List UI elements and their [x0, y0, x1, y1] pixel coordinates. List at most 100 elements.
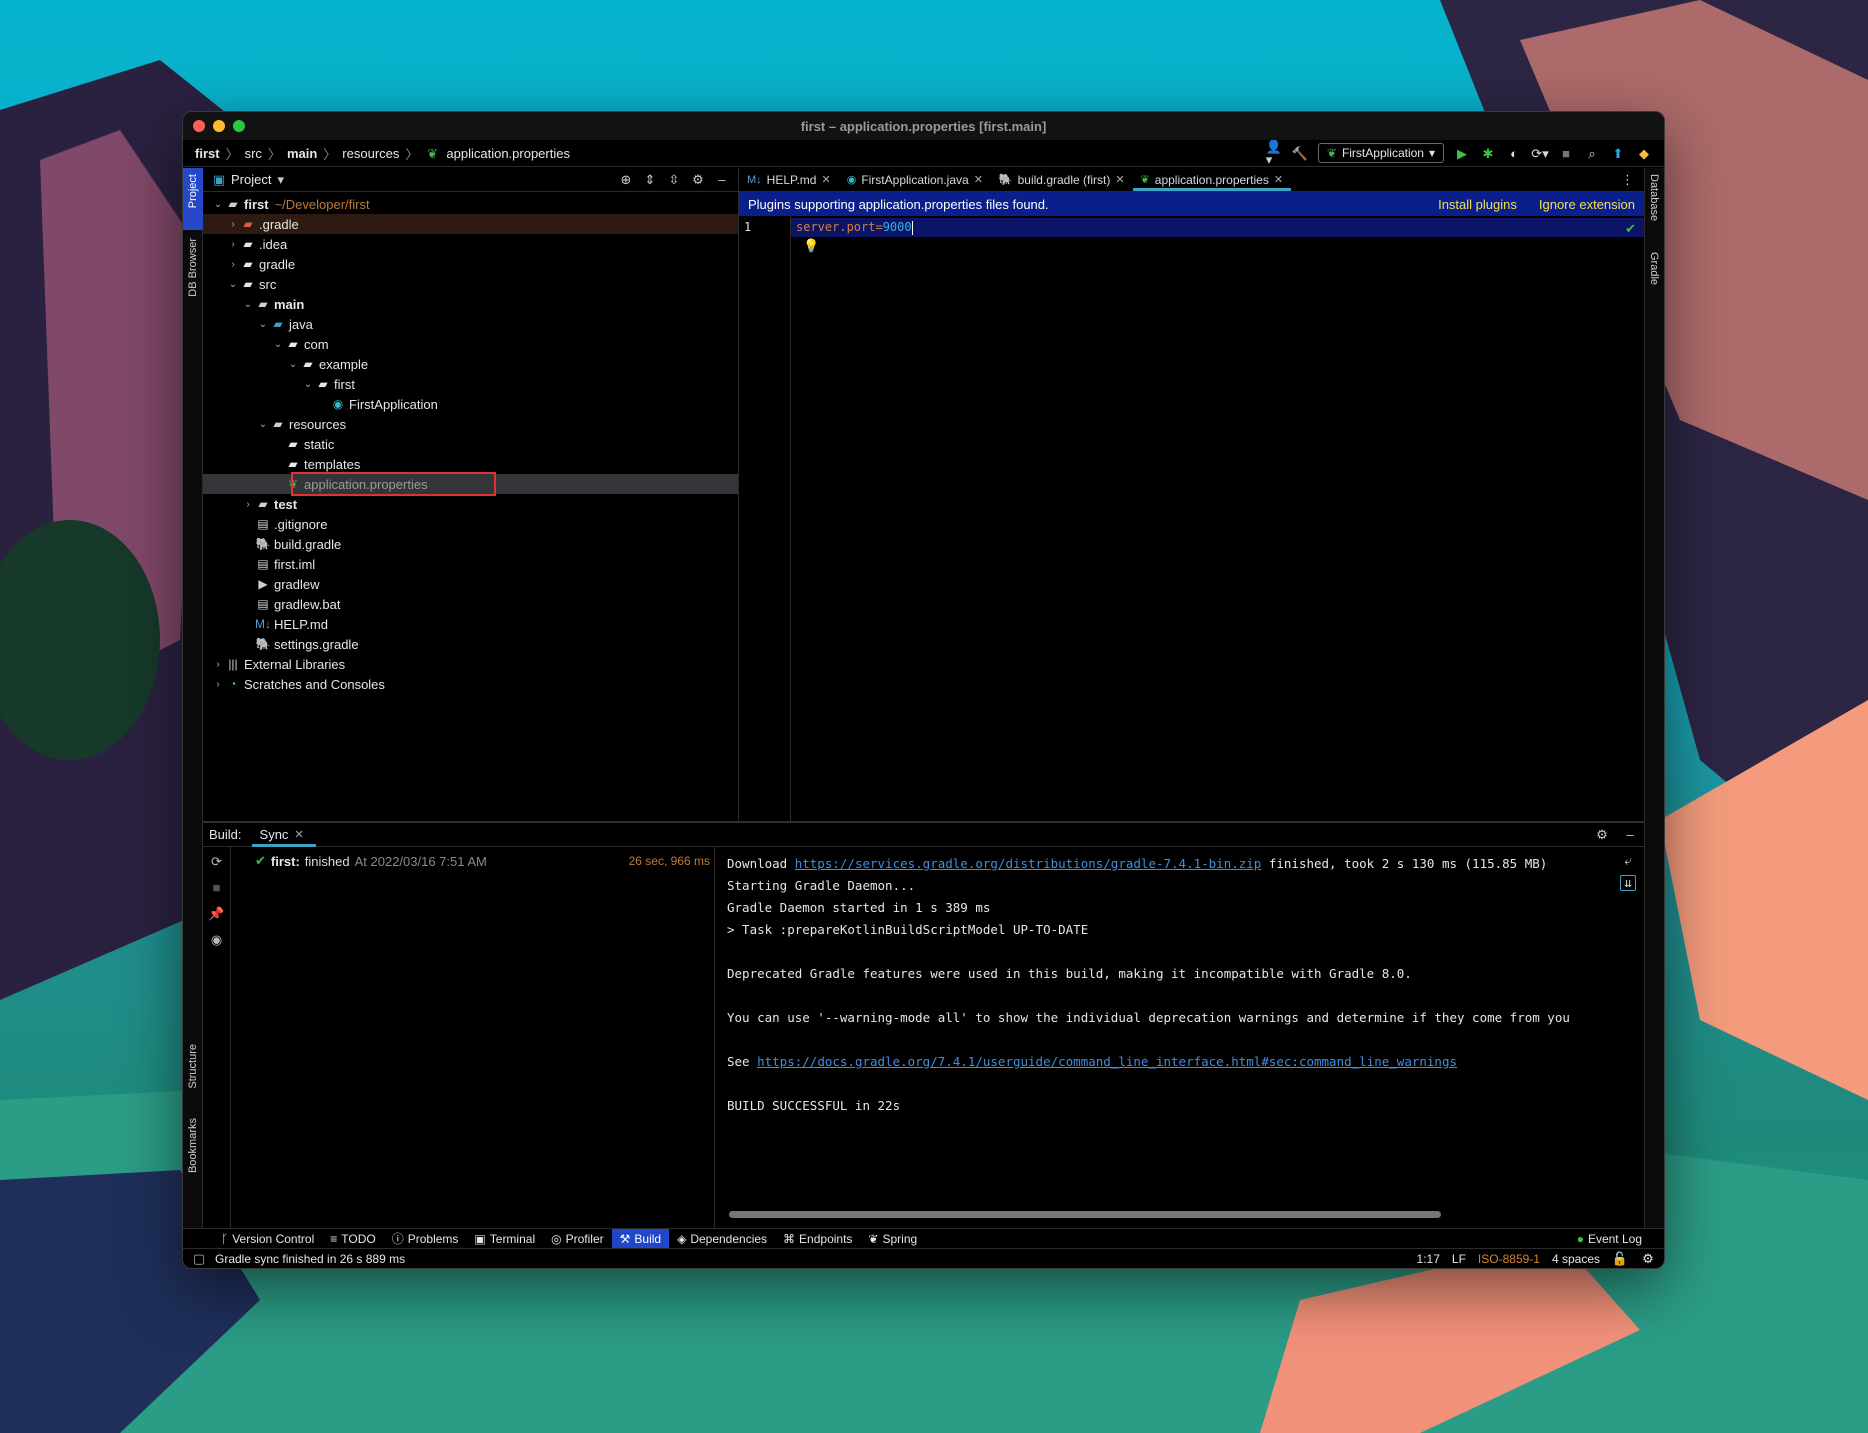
tree-item[interactable]: › ▰ .idea [203, 234, 738, 254]
tree-item[interactable]: ⌄ ▰ java [203, 314, 738, 334]
close-icon[interactable]: ✕ [974, 173, 983, 186]
breadcrumb-item[interactable]: application.properties [446, 146, 570, 161]
code-area[interactable]: server.port=9000 💡 ✔ [791, 216, 1644, 821]
inspection-ok-icon[interactable]: ✔ [1625, 221, 1636, 237]
line-separator[interactable]: LF [1452, 1252, 1466, 1266]
toolwindow-dependencies[interactable]: ◈ Dependencies [669, 1229, 775, 1249]
gear-icon[interactable]: ⚙ [1594, 827, 1610, 843]
tree-item[interactable]: ⌄ ▰ example [203, 354, 738, 374]
tree-item[interactable]: ▤ gradlew.bat [203, 594, 738, 614]
user-icon[interactable]: 👤▾ [1266, 140, 1282, 166]
tree-item[interactable]: 🐘 build.gradle [203, 534, 738, 554]
lock-icon[interactable]: 🔓 [1612, 1251, 1628, 1267]
caret-position[interactable]: 1:17 [1417, 1252, 1440, 1266]
status-message[interactable]: Gradle sync finished in 26 s 889 ms [215, 1252, 405, 1266]
build-hammer-icon[interactable]: 🔨 [1292, 145, 1308, 161]
chevron-down-icon[interactable]: ▾ [277, 172, 284, 188]
editor-tab[interactable]: 🐘 build.gradle (first) ✕ [991, 168, 1133, 191]
chevron-right-icon[interactable]: › [211, 679, 225, 690]
search-icon[interactable]: ⌕ [1584, 145, 1600, 161]
tree-item[interactable]: ⌄ ▰ main [203, 294, 738, 314]
lightbulb-icon[interactable]: 💡 [803, 238, 819, 254]
pin-icon[interactable]: 📌 [208, 905, 224, 921]
stop-icon[interactable]: ■ [1558, 145, 1574, 161]
collapse-all-icon[interactable]: ⇳ [666, 172, 682, 188]
tree-item[interactable]: ⌄ ▰ first [203, 374, 738, 394]
scroll-to-end-icon[interactable]: ⇊ [1620, 875, 1636, 891]
chevron-down-icon[interactable]: ⌄ [241, 299, 255, 310]
expand-all-icon[interactable]: ⇕ [642, 172, 658, 188]
chevron-right-icon[interactable]: › [226, 239, 240, 250]
run-icon[interactable]: ▶ [1454, 145, 1470, 161]
tree-item[interactable]: M↓ HELP.md [203, 614, 738, 634]
close-icon[interactable]: ✕ [1274, 173, 1283, 186]
structure-tool-tab[interactable]: Structure [187, 1044, 199, 1089]
horizontal-scrollbar[interactable] [729, 1211, 1441, 1218]
tree-item[interactable]: ▤ first.iml [203, 554, 738, 574]
indent-setting[interactable]: 4 spaces [1552, 1252, 1600, 1266]
toolwindow-event-log[interactable]: ● Event Log [1569, 1229, 1650, 1249]
soft-wrap-icon[interactable]: ⤶ [1620, 853, 1636, 869]
chevron-down-icon[interactable]: ⌄ [256, 419, 270, 430]
toolwindow-profiler[interactable]: ◎ Profiler [543, 1229, 612, 1249]
build-console[interactable]: Download https://services.gradle.org/dis… [715, 847, 1644, 1228]
install-plugins-link[interactable]: Install plugins [1438, 197, 1517, 212]
bookmarks-tool-tab[interactable]: Bookmarks [187, 1118, 199, 1173]
code-line[interactable]: server.port=9000 [796, 220, 913, 235]
toolwindow-endpoints[interactable]: ⌘ Endpoints [775, 1229, 860, 1249]
project-tool-tab[interactable]: Project [187, 174, 199, 208]
more-actions-icon[interactable]: ⋮ [1611, 168, 1644, 191]
hide-icon[interactable]: – [1622, 827, 1638, 843]
close-icon[interactable]: ✕ [294, 828, 303, 841]
breadcrumb-item[interactable]: main [287, 146, 317, 161]
chevron-down-icon[interactable]: ⌄ [286, 359, 300, 370]
tree-item[interactable]: ▰ static [203, 434, 738, 454]
tree-item[interactable]: ❦ application.properties [203, 472, 738, 496]
reload-icon[interactable]: ⟳ [209, 853, 225, 869]
locate-icon[interactable]: ⊕ [618, 172, 634, 188]
toolwindow-todo[interactable]: ≡ TODO [322, 1229, 383, 1249]
toolwindow-version-control[interactable]: ᚴ Version Control [213, 1229, 322, 1249]
close-icon[interactable]: ✕ [1115, 173, 1124, 186]
code-editor[interactable]: 1 server.port=9000 💡 ✔ [739, 216, 1644, 821]
tree-item[interactable]: ⌄ ▰ resources [203, 414, 738, 434]
toolwindow-problems[interactable]: ⓘ Problems [384, 1229, 467, 1249]
gradle-tool-tab[interactable]: Gradle [1648, 252, 1660, 285]
tab-sync[interactable]: Sync ✕ [251, 827, 316, 847]
toolwindow-spring[interactable]: ❦ Spring [860, 1229, 925, 1249]
chevron-down-icon[interactable]: ⌄ [211, 199, 225, 210]
tree-item[interactable]: ⌄ ▰ com [203, 334, 738, 354]
debug-icon[interactable]: ✱ [1480, 145, 1496, 161]
tree-item[interactable]: › ▰ .gradle [203, 214, 738, 234]
toolbox-icon[interactable]: ◆ [1636, 145, 1652, 161]
coverage-icon[interactable]: ◐ [1506, 145, 1522, 161]
chevron-down-icon[interactable]: ⌄ [271, 339, 285, 350]
tree-item[interactable]: ▰ templates [203, 454, 738, 474]
tree-item[interactable]: › ◔ Scratches and Consoles [203, 674, 738, 694]
update-icon[interactable]: ⬆ [1610, 145, 1626, 161]
editor-tab[interactable]: M↓ HELP.md ✕ [739, 168, 839, 191]
chevron-right-icon[interactable]: › [226, 259, 240, 270]
stop-icon[interactable]: ■ [209, 879, 225, 895]
chevron-down-icon[interactable]: ⌄ [226, 279, 240, 290]
breadcrumb-item[interactable]: src [245, 146, 262, 161]
eye-icon[interactable]: ◉ [209, 931, 225, 947]
profile-icon[interactable]: ⟳▾ [1531, 145, 1548, 161]
chevron-right-icon[interactable]: › [241, 499, 255, 510]
tree-item[interactable]: › ▰ test [203, 494, 738, 514]
project-view-selector[interactable]: Project [231, 172, 271, 187]
toolwindow-build[interactable]: ⚒ Build [611, 1228, 670, 1249]
chevron-down-icon[interactable]: ⌄ [301, 379, 315, 390]
tree-item[interactable]: ⌄ ▰ first ~/Developer/first [203, 194, 738, 214]
gradle-docs-link[interactable]: https://docs.gradle.org/7.4.1/userguide/… [757, 1054, 1457, 1069]
chevron-right-icon[interactable]: › [226, 219, 240, 230]
tree-item[interactable]: › ||| External Libraries [203, 654, 738, 674]
settings-icon[interactable]: ⚙ [1640, 1251, 1656, 1267]
editor-tab[interactable]: ◉ FirstApplication.java ✕ [839, 168, 991, 191]
build-result-row[interactable]: ✔ first: finished At 2022/03/16 7:51 AM … [255, 853, 710, 869]
chevron-down-icon[interactable]: ⌄ [256, 319, 270, 330]
file-encoding[interactable]: ISO-8859-1 [1478, 1252, 1540, 1266]
ignore-extension-link[interactable]: Ignore extension [1539, 197, 1635, 212]
hide-icon[interactable]: – [714, 172, 730, 188]
gradle-download-link[interactable]: https://services.gradle.org/distribution… [795, 856, 1262, 871]
